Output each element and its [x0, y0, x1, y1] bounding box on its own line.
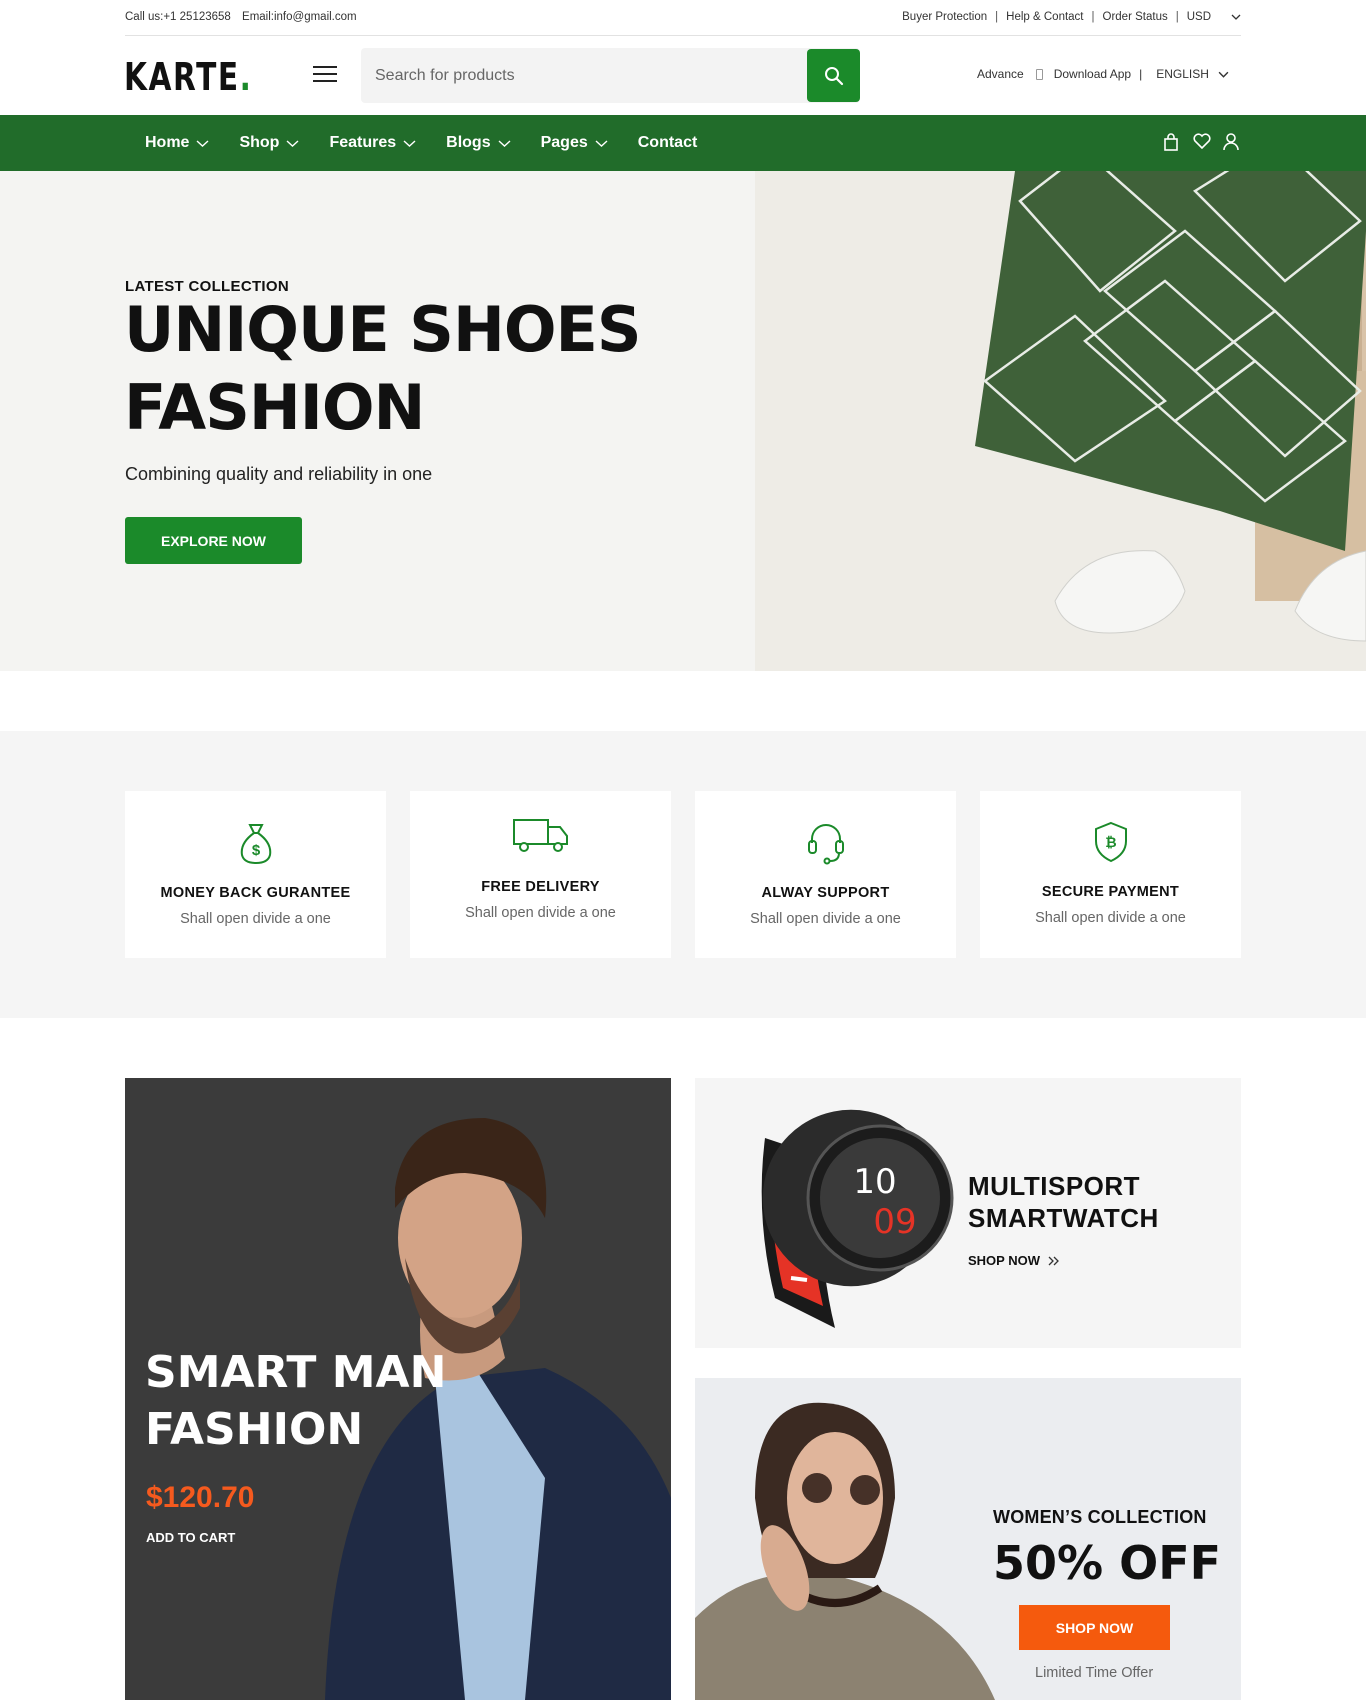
man-price: $120.70 [146, 1481, 255, 1514]
header-links: Advance Download App | ENGLISH [977, 67, 1229, 81]
menu-icon[interactable] [313, 66, 337, 84]
man-title-line: FASHION [145, 1404, 364, 1455]
phone-icon [1035, 68, 1043, 80]
feature-text: Shall open divide a one [180, 911, 331, 927]
feature-card: ALWAY SUPPORT Shall open divide a one [695, 791, 956, 958]
womens-kicker: WOMEN’S COLLECTION [993, 1507, 1207, 1527]
chevron-down-icon[interactable] [1218, 69, 1229, 80]
watch-title-line: SMARTWATCH [968, 1203, 1159, 1233]
feature-card: FREE DELIVERY Shall open divide a one [410, 791, 671, 958]
limited-offer-text: Limited Time Offer [1035, 1665, 1154, 1681]
top-bar: Call us:+1 25123658 Email:info@gmail.com… [125, 0, 1241, 36]
tote-bag-illustration [975, 171, 1366, 642]
divider: | [1175, 11, 1179, 23]
hero-section: LATEST COLLECTION UNIQUE SHOES FASHION C… [0, 171, 1366, 671]
add-to-cart-link[interactable]: ADD TO CART [146, 1530, 235, 1545]
email-text: Email:info@gmail.com [242, 11, 357, 23]
hero-image [755, 171, 1366, 671]
download-app-link[interactable]: Download App [1054, 67, 1131, 81]
chevron-down-icon [286, 139, 299, 147]
nav-item-blogs[interactable]: Blogs [446, 134, 511, 152]
hero-subtitle: Combining quality and reliability in one [125, 464, 433, 484]
man-fashion-banner[interactable]: SMART MAN FASHION $120.70 ADD TO CART [125, 1078, 671, 1700]
features-section: $ MONEY BACK GURANTEE Shall open divide … [0, 731, 1366, 1018]
main-nav: Home Shop Features Blogs Pages Contact [0, 115, 1366, 171]
man-title-line: SMART MAN [145, 1347, 447, 1398]
chevron-down-icon [595, 139, 608, 147]
svg-text:$: $ [251, 842, 260, 859]
top-links: Buyer Protection | Help & Contact | Orde… [902, 11, 1241, 23]
shield-icon: ₿ [1094, 821, 1127, 863]
heart-icon[interactable] [1193, 133, 1211, 151]
truck-icon [512, 819, 568, 852]
currency-select[interactable]: USD [1187, 11, 1211, 23]
smartwatch-image: 10 09 [761, 1109, 954, 1328]
feature-text: Shall open divide a one [465, 905, 616, 921]
nav-label: Features [329, 134, 397, 151]
search-input[interactable] [375, 48, 805, 103]
buyer-protection-link[interactable]: Buyer Protection [902, 11, 987, 23]
explore-now-button[interactable]: EXPLORE NOW [125, 517, 302, 564]
feature-title: ALWAY SUPPORT [761, 885, 890, 901]
advance-link[interactable]: Advance [977, 67, 1024, 81]
feature-text: Shall open divide a one [1035, 910, 1186, 926]
svg-text:10: 10 [853, 1162, 896, 1202]
help-contact-link[interactable]: Help & Contact [1006, 11, 1083, 23]
feature-text: Shall open divide a one [750, 911, 901, 927]
search-bar [361, 48, 860, 103]
nav-icons [1163, 133, 1241, 151]
divider: | [1091, 11, 1095, 23]
shop-now-label: SHOP NOW [968, 1253, 1040, 1268]
woman-photo [695, 1402, 995, 1700]
nav-label: Blogs [446, 134, 491, 151]
money-bag-icon: $ [240, 824, 271, 865]
svg-text:09: 09 [873, 1202, 916, 1242]
divider: | [995, 11, 999, 23]
chevron-down-icon[interactable] [1231, 12, 1241, 22]
feature-title: FREE DELIVERY [481, 879, 600, 895]
nav-label: Contact [637, 134, 698, 151]
nav-item-shop[interactable]: Shop [239, 134, 299, 152]
logo-text: KARTE [124, 55, 240, 99]
chevron-down-icon [403, 139, 416, 147]
discount-text: 50% OFF [993, 1536, 1222, 1590]
womens-shop-now-button[interactable]: SHOP NOW [1019, 1605, 1170, 1650]
hero-title-line: FASHION [124, 371, 425, 444]
feature-card: $ MONEY BACK GURANTEE Shall open divide … [125, 791, 386, 958]
logo-dot: . [239, 55, 253, 99]
chevron-down-icon [196, 139, 209, 147]
watch-title-line: MULTISPORT [968, 1171, 1141, 1201]
user-icon[interactable] [1223, 133, 1241, 151]
watch-shop-now-link[interactable]: SHOP NOW [968, 1253, 1060, 1268]
logo[interactable]: KARTE. [124, 55, 252, 99]
feature-card: ₿ SECURE PAYMENT Shall open divide a one [980, 791, 1241, 958]
chevron-down-icon [498, 139, 511, 147]
hero-title: UNIQUE SHOES FASHION [124, 291, 642, 447]
nav-label: Shop [239, 134, 280, 151]
language-select[interactable]: ENGLISH [1156, 67, 1209, 81]
cart-icon[interactable] [1163, 133, 1181, 151]
nav-label: Home [145, 134, 190, 151]
search-icon [824, 66, 843, 85]
hero-title-line: UNIQUE SHOES [124, 293, 642, 366]
search-button[interactable] [807, 49, 860, 102]
watch-title: MULTISPORT SMARTWATCH [968, 1170, 1159, 1234]
svg-text:₿: ₿ [1105, 835, 1116, 851]
nav-label: Pages [540, 134, 588, 151]
man-banner-title: SMART MAN FASHION [145, 1344, 446, 1458]
headset-icon [807, 824, 844, 865]
nav-item-features[interactable]: Features [329, 134, 416, 152]
order-status-link[interactable]: Order Status [1103, 11, 1168, 23]
feature-title: MONEY BACK GURANTEE [160, 885, 351, 901]
call-us-text: Call us:+1 25123658 [125, 11, 231, 23]
contact-info: Call us:+1 25123658 Email:info@gmail.com [125, 11, 365, 23]
double-chevron-right-icon [1048, 1256, 1059, 1265]
feature-title: SECURE PAYMENT [1041, 884, 1180, 900]
nav-item-pages[interactable]: Pages [541, 134, 608, 152]
nav-item-contact[interactable]: Contact [638, 134, 698, 152]
womens-collection-banner[interactable]: WOMEN’S COLLECTION 50% OFF SHOP NOW Limi… [695, 1378, 1241, 1700]
divider: | [1139, 67, 1143, 81]
smartwatch-banner[interactable]: 10 09 MULTISPORT SMARTWATCH SHOP NOW [695, 1078, 1241, 1348]
nav-item-home[interactable]: Home [145, 134, 209, 152]
